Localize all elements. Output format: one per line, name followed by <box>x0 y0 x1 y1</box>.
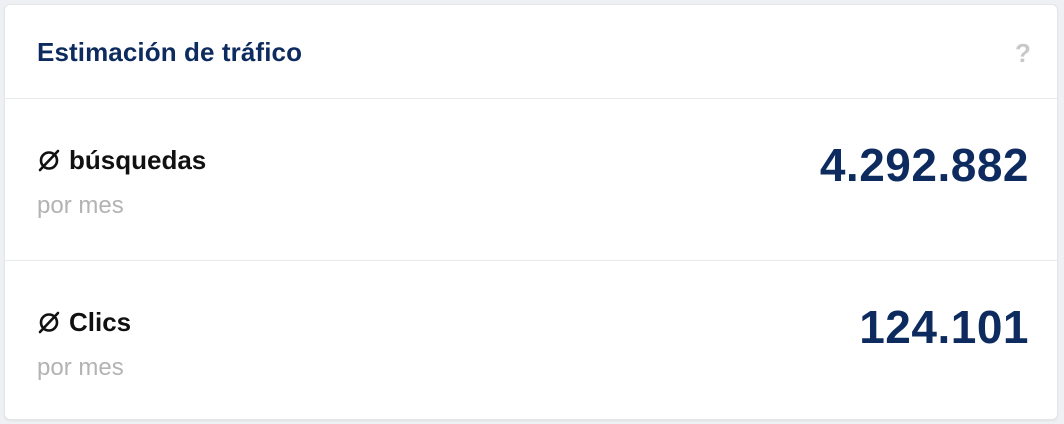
metric-searches-label: búsquedas <box>69 145 207 175</box>
metric-clicks-label-group: Clics <box>37 305 131 339</box>
traffic-estimate-card: Estimación de tráfico ? búsquedas por me… <box>4 4 1058 420</box>
average-icon <box>37 148 61 172</box>
metric-clicks-sublabel: por mes <box>37 354 124 381</box>
metric-clicks-label: Clics <box>69 307 132 337</box>
metric-clicks: Clics por mes 124.101 <box>5 261 1057 419</box>
metric-clicks-value: 124.101 <box>859 301 1029 353</box>
metric-searches-label-group: búsquedas <box>37 143 206 177</box>
metric-searches-value: 4.292.882 <box>819 139 1029 191</box>
card-header: Estimación de tráfico ? <box>5 5 1057 99</box>
metric-searches: búsquedas por mes 4.292.882 <box>5 99 1057 261</box>
help-icon[interactable]: ? <box>1013 39 1033 67</box>
metric-searches-sublabel: por mes <box>37 192 124 219</box>
card-title: Estimación de tráfico <box>37 37 303 67</box>
average-icon <box>37 310 61 334</box>
